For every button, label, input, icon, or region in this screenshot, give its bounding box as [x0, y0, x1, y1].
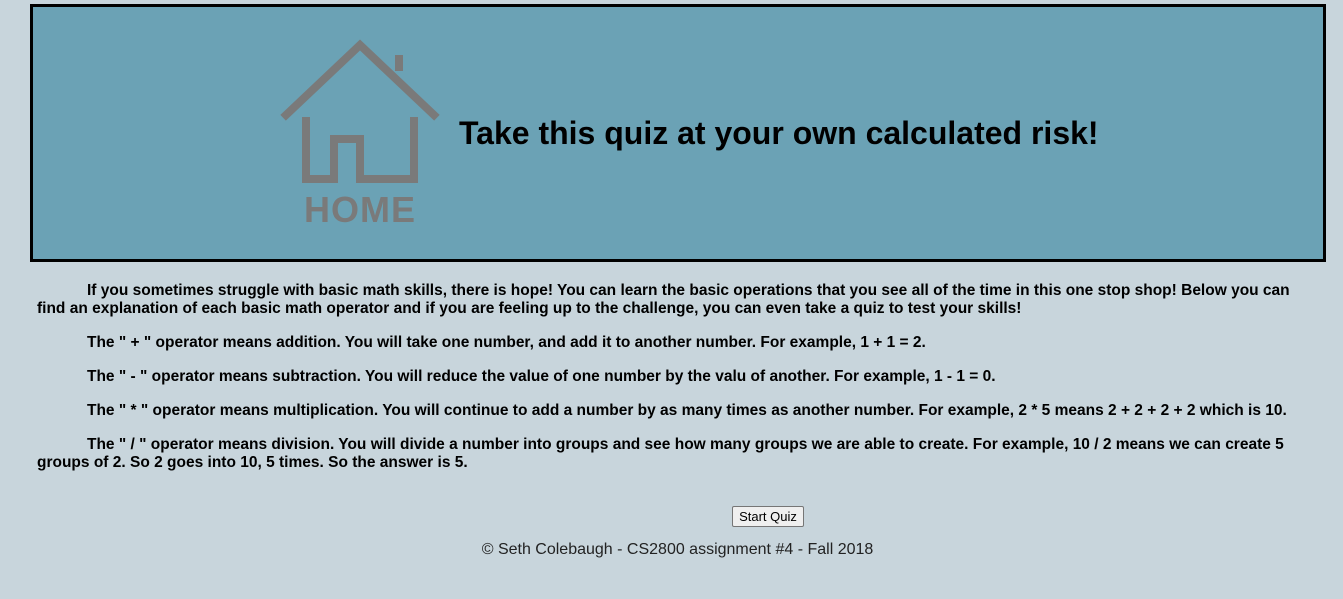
division-paragraph: The " / " operator means division. You w…	[37, 436, 1284, 471]
page-footer: © Seth Colebaugh - CS2800 assignment #4 …	[481, 541, 874, 558]
quiz-action-area: Start Quiz	[0, 506, 1343, 527]
page-title: Take this quiz at your own calculated ri…	[459, 115, 1099, 151]
house-icon	[280, 39, 440, 183]
home-label: HOME	[304, 189, 416, 230]
intro-paragraph: If you sometimes struggle with basic mat…	[37, 282, 1290, 317]
multiplication-paragraph: The " * " operator means multiplication.…	[87, 402, 1287, 419]
main-content: If you sometimes struggle with basic mat…	[37, 282, 1312, 488]
start-quiz-button[interactable]: Start Quiz	[732, 506, 804, 527]
addition-paragraph: The " + " operator means addition. You w…	[87, 334, 926, 351]
subtraction-paragraph: The " - " operator means subtraction. Yo…	[87, 368, 996, 385]
home-link[interactable]: HOME	[280, 37, 440, 232]
page-header: HOME Take this quiz at your own calculat…	[30, 4, 1326, 262]
